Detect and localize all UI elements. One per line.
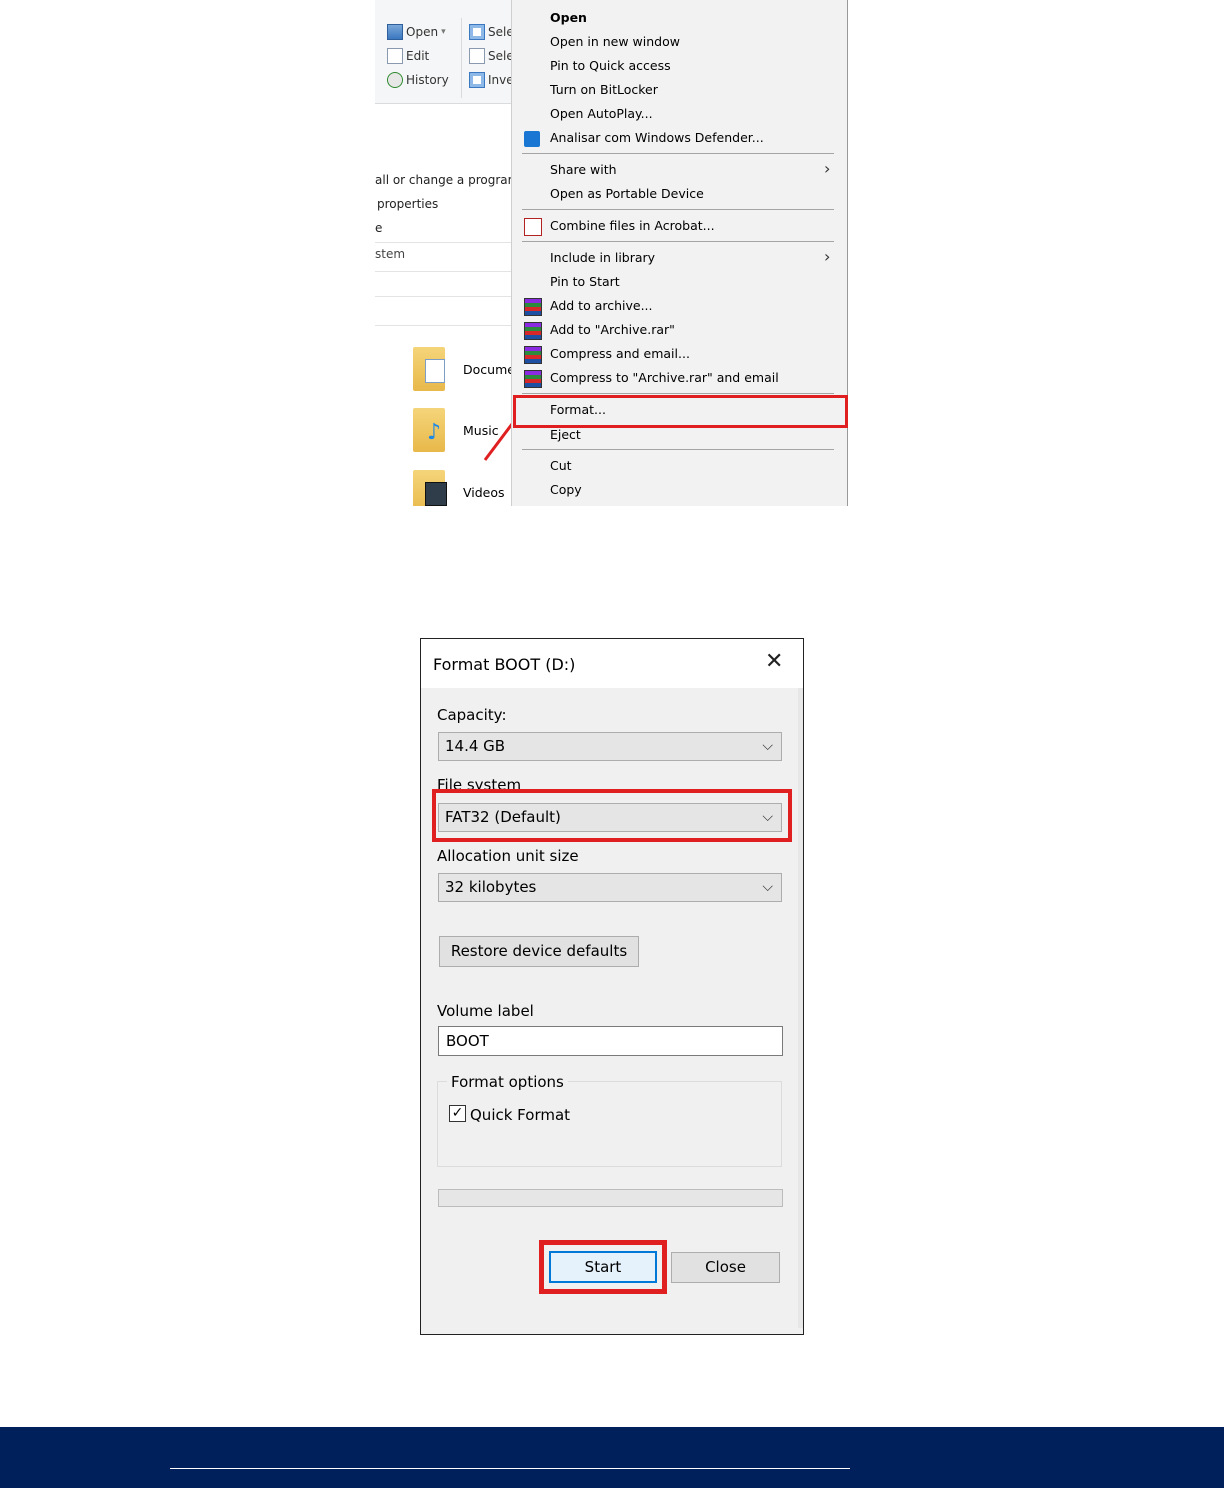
close-icon[interactable]: ✕ bbox=[765, 651, 783, 673]
invert-selection-icon bbox=[469, 72, 485, 88]
music-folder[interactable]: ♪ bbox=[413, 408, 445, 452]
allocation-unit-value: 32 kilobytes bbox=[445, 878, 537, 896]
format-options-label: Format options bbox=[447, 1073, 568, 1091]
ribbon-open-button[interactable]: Open ▾ bbox=[387, 22, 446, 42]
menu-item-add-archive-rar[interactable]: Add to "Archive.rar" bbox=[550, 322, 675, 338]
ribbon-edit-button[interactable]: Edit bbox=[387, 46, 429, 66]
menu-separator bbox=[522, 209, 834, 210]
winrar-icon bbox=[524, 298, 542, 316]
windows-defender-icon bbox=[524, 131, 540, 147]
start-highlight-box bbox=[539, 1240, 667, 1294]
chevron-down-icon: ⌵ bbox=[762, 738, 773, 754]
capacity-label: Capacity: bbox=[437, 706, 507, 724]
menu-separator bbox=[522, 153, 834, 154]
ribbon-select1-label: Sele bbox=[488, 25, 514, 39]
ribbon-select-none-button[interactable]: Sele bbox=[469, 46, 514, 66]
format-dialog: Format BOOT (D:) ✕ Capacity: 14.4 GB ⌵ F… bbox=[420, 638, 804, 1335]
dialog-right-edge bbox=[798, 688, 803, 1328]
format-options-group bbox=[437, 1081, 782, 1167]
menu-item-portable-device[interactable]: Open as Portable Device bbox=[550, 186, 704, 202]
ribbon-invert-label: Inve bbox=[488, 73, 514, 87]
divider bbox=[375, 271, 511, 272]
ribbon-select-all-button[interactable]: Sele bbox=[469, 22, 514, 42]
ribbon-select2-label: Sele bbox=[488, 49, 514, 63]
menu-separator bbox=[522, 241, 834, 242]
chevron-right-icon: › bbox=[824, 159, 831, 178]
menu-item-compress-rar-email[interactable]: Compress to "Archive.rar" and email bbox=[550, 370, 779, 386]
acrobat-icon bbox=[524, 218, 542, 236]
format-progress-bar bbox=[438, 1189, 783, 1207]
videos-folder-icon bbox=[413, 470, 447, 506]
ribbon: Open ▾ Edit History Sele Sele Inve bbox=[375, 0, 515, 104]
menu-item-autoplay[interactable]: Open AutoPlay... bbox=[550, 106, 653, 122]
context-menu: Open Open in new window Pin to Quick acc… bbox=[511, 0, 848, 506]
capacity-value: 14.4 GB bbox=[445, 737, 506, 755]
chevron-down-icon: ⌵ bbox=[762, 879, 773, 895]
menu-separator bbox=[522, 393, 834, 394]
select-all-icon bbox=[469, 24, 485, 40]
menu-item-combine-acrobat[interactable]: Combine files in Acrobat... bbox=[550, 218, 715, 234]
menu-item-include-library[interactable]: Include in library bbox=[550, 250, 655, 266]
close-button[interactable]: Close bbox=[671, 1252, 780, 1283]
documents-folder-label: Docume bbox=[463, 362, 515, 377]
dialog-titlebar: Format BOOT (D:) ✕ bbox=[421, 639, 803, 688]
restore-defaults-button[interactable]: Restore device defaults bbox=[439, 936, 639, 967]
page-footer-band bbox=[0, 1427, 1224, 1488]
allocation-unit-label: Allocation unit size bbox=[437, 847, 579, 865]
menu-item-copy[interactable]: Copy bbox=[550, 482, 582, 498]
documents-folder-icon bbox=[413, 347, 445, 391]
videos-folder-label: Videos bbox=[463, 485, 505, 500]
edit-icon bbox=[387, 48, 403, 64]
system-properties-link[interactable]: properties bbox=[377, 197, 438, 211]
volume-label-label: Volume label bbox=[437, 1002, 534, 1020]
ribbon-open-label: Open bbox=[406, 25, 439, 39]
manage-link[interactable]: e bbox=[375, 221, 382, 235]
videos-folder[interactable] bbox=[413, 470, 447, 506]
ribbon-invert-button[interactable]: Inve bbox=[469, 70, 514, 90]
quick-format-label: Quick Format bbox=[470, 1106, 571, 1124]
system-group-label: stem bbox=[375, 247, 406, 261]
history-icon bbox=[387, 72, 403, 88]
divider bbox=[375, 242, 511, 243]
ribbon-edit-label: Edit bbox=[406, 49, 430, 63]
menu-separator bbox=[522, 449, 834, 450]
music-folder-icon: ♪ bbox=[413, 408, 445, 452]
menu-item-eject[interactable]: Eject bbox=[550, 427, 581, 443]
open-icon bbox=[387, 24, 403, 40]
footer-rule bbox=[170, 1468, 850, 1469]
menu-item-compress-email[interactable]: Compress and email... bbox=[550, 346, 690, 362]
allocation-unit-select[interactable]: 32 kilobytes ⌵ bbox=[438, 873, 782, 902]
ribbon-divider bbox=[461, 18, 462, 98]
ribbon-history-label: History bbox=[406, 73, 449, 87]
menu-item-bitlocker[interactable]: Turn on BitLocker bbox=[550, 82, 658, 98]
uninstall-program-link[interactable]: all or change a program bbox=[375, 173, 519, 187]
menu-item-cut[interactable]: Cut bbox=[550, 458, 572, 474]
chevron-down-icon: ▾ bbox=[441, 27, 446, 37]
documents-folder[interactable] bbox=[413, 347, 445, 391]
divider bbox=[375, 296, 511, 297]
file-system-highlight-box bbox=[432, 789, 792, 842]
winrar-icon bbox=[524, 322, 542, 340]
menu-item-open-new-window[interactable]: Open in new window bbox=[550, 34, 680, 50]
menu-item-pin-start[interactable]: Pin to Start bbox=[550, 274, 620, 290]
menu-item-pin-quick-access[interactable]: Pin to Quick access bbox=[550, 58, 671, 74]
menu-item-share-with[interactable]: Share with bbox=[550, 162, 617, 178]
menu-item-add-archive[interactable]: Add to archive... bbox=[550, 298, 653, 314]
winrar-icon bbox=[524, 370, 542, 388]
volume-label-input[interactable]: BOOT bbox=[438, 1026, 783, 1056]
divider bbox=[375, 325, 511, 326]
explorer-screenshot: Open ▾ Edit History Sele Sele Inve all o… bbox=[375, 0, 848, 506]
dialog-title: Format BOOT (D:) bbox=[433, 655, 576, 674]
select-none-icon bbox=[469, 48, 485, 64]
menu-item-windows-defender[interactable]: Analisar com Windows Defender... bbox=[550, 130, 764, 146]
format-highlight-box bbox=[513, 395, 848, 428]
chevron-right-icon: › bbox=[824, 247, 831, 266]
ribbon-history-button[interactable]: History bbox=[387, 70, 449, 90]
quick-format-checkbox[interactable]: ✓ bbox=[449, 1105, 466, 1122]
menu-item-open[interactable]: Open bbox=[550, 10, 587, 26]
capacity-select[interactable]: 14.4 GB ⌵ bbox=[438, 732, 782, 761]
winrar-icon bbox=[524, 346, 542, 364]
